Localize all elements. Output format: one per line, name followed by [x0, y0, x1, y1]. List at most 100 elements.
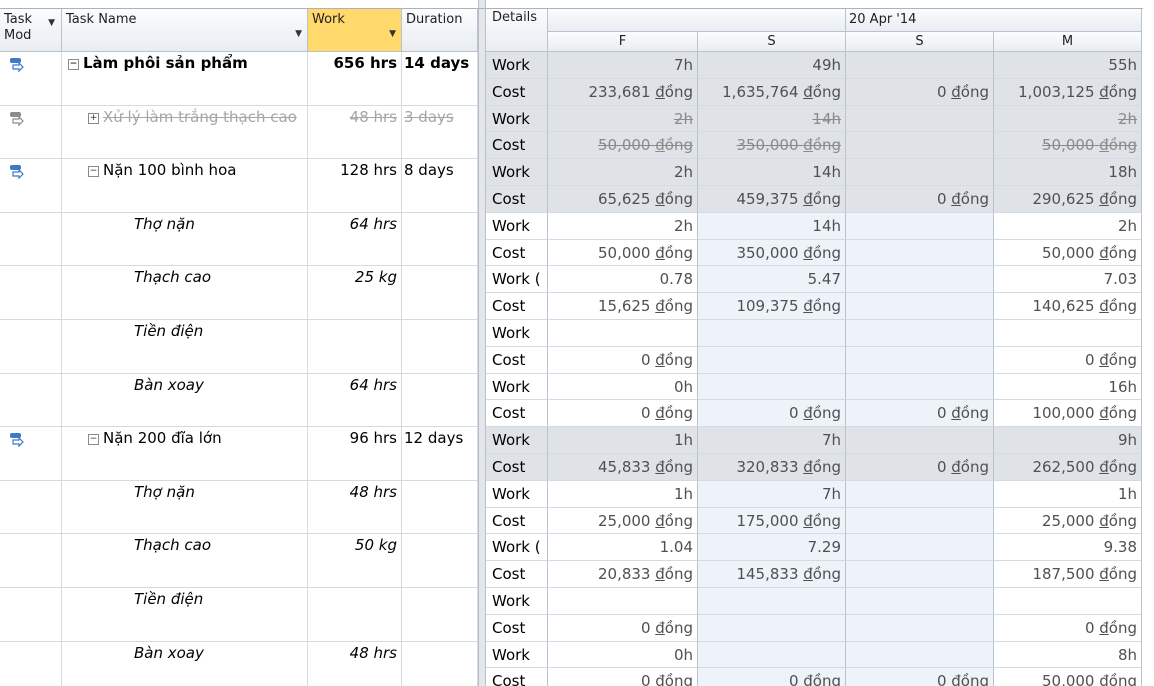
timephased-cell[interactable]	[846, 534, 994, 562]
task-name-header[interactable]: Task Name ▼	[62, 8, 308, 52]
timephased-cell[interactable]: 15,625 đồng	[548, 293, 698, 320]
timephased-cell[interactable]: 14h	[698, 212, 846, 240]
chevron-down-icon[interactable]: ▼	[295, 26, 302, 42]
timephased-cell[interactable]: 8h	[994, 641, 1142, 669]
timephased-cell[interactable]	[698, 346, 846, 374]
timephased-cell[interactable]	[548, 588, 698, 615]
timephased-cell[interactable]: 459,375 đồng	[698, 186, 846, 213]
timephased-cell[interactable]	[846, 373, 994, 401]
task-name-cell[interactable]: Thạch cao	[62, 266, 308, 320]
timephased-cell[interactable]: 233,681 đồng	[548, 78, 698, 106]
timephased-cell[interactable]	[846, 320, 994, 347]
timephased-cell[interactable]: 0.78	[548, 266, 698, 294]
timephased-cell[interactable]	[846, 159, 994, 186]
collapse-icon[interactable]: −	[88, 166, 99, 178]
timephased-cell[interactable]: 7h	[698, 427, 846, 454]
duration-cell[interactable]: 12 days	[402, 427, 478, 481]
timephased-cell[interactable]: 0 đồng	[994, 346, 1142, 374]
task-name-cell[interactable]: Bàn xoay	[62, 641, 308, 686]
timephased-cell[interactable]: 1.04	[548, 534, 698, 562]
timephased-cell[interactable]: 0 đồng	[994, 614, 1142, 642]
timephased-cell[interactable]	[846, 52, 994, 79]
task-row[interactable]: Thợ nặn 64 hrs	[0, 212, 478, 267]
timephased-cell[interactable]: 187,500 đồng	[994, 561, 1142, 588]
timephased-cell[interactable]	[698, 641, 846, 669]
timephased-cell[interactable]	[698, 588, 846, 615]
task-name-cell[interactable]: Thạch cao	[62, 534, 308, 588]
timephased-cell[interactable]: 0h	[548, 373, 698, 401]
timephased-cell[interactable]: 175,000 đồng	[698, 507, 846, 535]
timephased-cell[interactable]: 1h	[548, 427, 698, 454]
task-mode-cell[interactable]	[0, 373, 62, 428]
timephased-cell[interactable]: 1,635,764 đồng	[698, 78, 846, 106]
timephased-cell[interactable]	[698, 614, 846, 642]
task-name-cell[interactable]: Thợ nặn	[62, 480, 308, 535]
work-cell[interactable]: 64 hrs	[308, 212, 402, 267]
duration-cell[interactable]	[402, 373, 478, 428]
duration-cell[interactable]: 3 days	[402, 105, 478, 160]
timephased-cell[interactable]	[846, 561, 994, 588]
task-name-cell[interactable]: − Nặn 200 đĩa lớn	[62, 427, 308, 481]
pane-splitter[interactable]	[478, 0, 486, 686]
timephased-cell[interactable]: 0 đồng	[698, 400, 846, 428]
task-row[interactable]: − Nặn 100 bình hoa 128 hrs 8 days	[0, 159, 478, 213]
timephased-cell[interactable]: 0 đồng	[548, 614, 698, 642]
task-mode-cell[interactable]	[0, 212, 62, 267]
duration-cell[interactable]	[402, 266, 478, 320]
timephased-cell[interactable]: 0 đồng	[846, 78, 994, 106]
timephased-cell[interactable]: 0 đồng	[846, 668, 994, 686]
task-row[interactable]: Bàn xoay 64 hrs	[0, 373, 478, 428]
duration-cell[interactable]	[402, 480, 478, 535]
timephased-cell[interactable]: 350,000 đồng	[698, 132, 846, 160]
timephased-cell[interactable]	[846, 132, 994, 160]
task-row[interactable]: − Làm phôi sản phẩm 656 hrs 14 days	[0, 52, 478, 106]
timephased-cell[interactable]: 14h	[698, 159, 846, 186]
work-cell[interactable]: 128 hrs	[308, 159, 402, 213]
work-cell[interactable]: 50 kg	[308, 534, 402, 588]
timephased-cell[interactable]: 7h	[698, 480, 846, 508]
timephased-cell[interactable]	[846, 266, 994, 294]
timephased-cell[interactable]: 50,000 đồng	[548, 239, 698, 267]
timephased-cell[interactable]: 55h	[994, 52, 1142, 79]
task-row[interactable]: Thợ nặn 48 hrs	[0, 480, 478, 535]
details-header[interactable]: Details	[486, 8, 548, 52]
timephased-cell[interactable]: 1,003,125 đồng	[994, 78, 1142, 106]
task-row[interactable]: Thạch cao 50 kg	[0, 534, 478, 588]
timephased-cell[interactable]: 2h	[994, 212, 1142, 240]
timephased-cell[interactable]: 20,833 đồng	[548, 561, 698, 588]
task-row[interactable]: − Nặn 200 đĩa lớn 96 hrs 12 days	[0, 427, 478, 481]
timephased-cell[interactable]: 2h	[994, 105, 1142, 133]
timephased-cell[interactable]: 0h	[548, 641, 698, 669]
work-cell[interactable]: 25 kg	[308, 266, 402, 320]
timephased-cell[interactable]: 350,000 đồng	[698, 239, 846, 267]
timephased-cell[interactable]	[846, 614, 994, 642]
duration-cell[interactable]	[402, 212, 478, 267]
task-row[interactable]: Thạch cao 25 kg	[0, 266, 478, 320]
duration-cell[interactable]: 14 days	[402, 52, 478, 106]
work-header[interactable]: Work ▼	[308, 8, 402, 52]
duration-cell[interactable]	[402, 320, 478, 374]
timephased-cell[interactable]	[994, 588, 1142, 615]
chevron-down-icon[interactable]: ▼	[389, 26, 396, 42]
task-name-cell[interactable]: Tiền điện	[62, 320, 308, 374]
work-cell[interactable]: 656 hrs	[308, 52, 402, 106]
task-name-cell[interactable]: − Làm phôi sản phẩm	[62, 52, 308, 106]
timephased-cell[interactable]	[846, 588, 994, 615]
duration-header[interactable]: Duration	[402, 8, 478, 52]
timephased-cell[interactable]: 7.03	[994, 266, 1142, 294]
timephased-cell[interactable]	[846, 212, 994, 240]
timephased-cell[interactable]: 50,000 đồng	[994, 132, 1142, 160]
chevron-down-icon[interactable]: ▼	[48, 15, 55, 31]
timephased-cell[interactable]: 0 đồng	[846, 186, 994, 213]
timephased-cell[interactable]: 0 đồng	[548, 668, 698, 686]
timephased-cell[interactable]: 0 đồng	[548, 346, 698, 374]
timephased-cell[interactable]: 50,000 đồng	[548, 132, 698, 160]
timephased-cell[interactable]: 145,833 đồng	[698, 561, 846, 588]
work-cell[interactable]	[308, 320, 402, 374]
timephased-cell[interactable]	[846, 293, 994, 320]
work-cell[interactable]: 96 hrs	[308, 427, 402, 481]
timephased-cell[interactable]: 7h	[548, 52, 698, 79]
timephased-cell[interactable]	[994, 320, 1142, 347]
task-name-cell[interactable]: − Nặn 100 bình hoa	[62, 159, 308, 213]
timephased-cell[interactable]: 5.47	[698, 266, 846, 294]
